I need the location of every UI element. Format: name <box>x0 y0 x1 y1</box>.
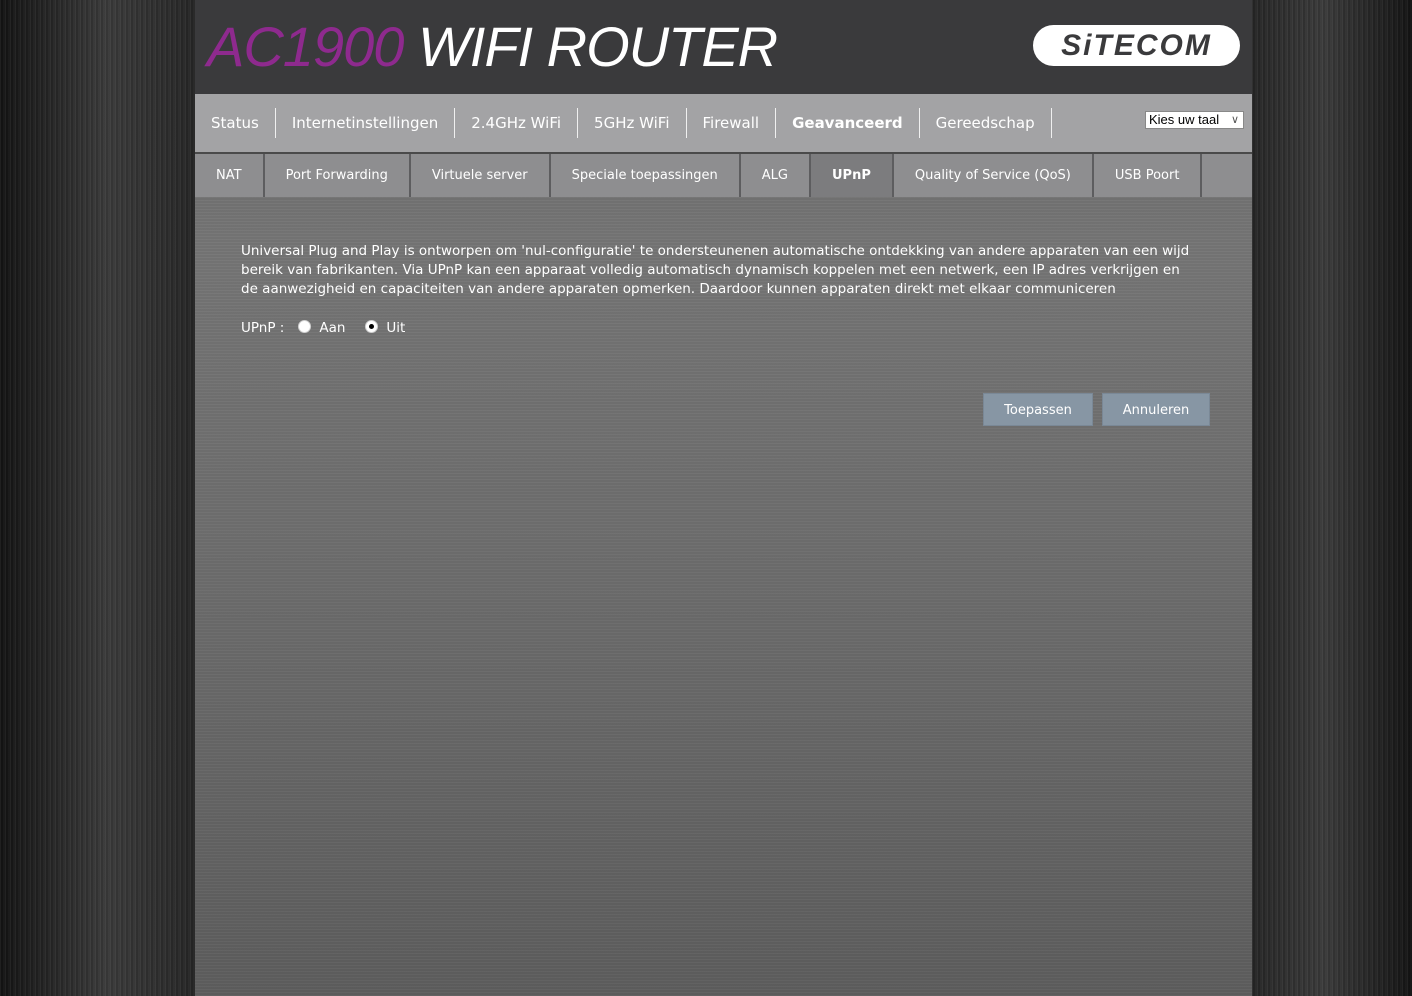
product-logo: AC1900 WIFI ROUTER <box>207 12 778 82</box>
language-select[interactable]: Kies uw taal ∨ <box>1145 111 1244 129</box>
upnp-label: UPnP : <box>241 320 285 336</box>
tab-speciale-toepassingen[interactable]: Speciale toepassingen <box>550 154 739 197</box>
upnp-setting-row: UPnP : Aan Uit <box>241 319 1191 338</box>
nav-item-wifi-5ghz[interactable]: 5GHz WiFi <box>578 108 687 138</box>
product-name: WIFI ROUTER <box>417 15 778 78</box>
chevron-down-icon: ∨ <box>1230 114 1239 126</box>
tab-upnp[interactable]: UPnP <box>811 154 892 197</box>
upnp-off-radio[interactable] <box>365 320 379 333</box>
upnp-off-label[interactable]: Uit <box>386 319 405 338</box>
nav-item-gereedschap[interactable]: Gereedschap <box>920 108 1052 138</box>
sub-navigation: NAT Port Forwarding Virtuele server Spec… <box>195 154 1252 197</box>
upnp-on-radio[interactable] <box>298 320 312 333</box>
tab-filler <box>1202 154 1252 197</box>
tab-nat[interactable]: NAT <box>195 154 263 197</box>
product-model: AC1900 <box>207 15 404 78</box>
upnp-description: Universal Plug and Play is ontworpen om … <box>241 243 1190 297</box>
tab-qos[interactable]: Quality of Service (QoS) <box>893 154 1092 197</box>
main-navigation: Status Internetinstellingen 2.4GHz WiFi … <box>195 94 1252 154</box>
nav-item-firewall[interactable]: Firewall <box>687 108 777 138</box>
brand-logo: SiTECOM <box>1033 25 1240 66</box>
brand-name: SiTECOM <box>1061 28 1212 62</box>
nav-item-status[interactable]: Status <box>195 108 276 138</box>
left-background-panel <box>0 0 195 996</box>
upnp-content: Universal Plug and Play is ontworpen om … <box>241 242 1191 338</box>
tab-alg[interactable]: ALG <box>740 154 809 197</box>
language-select-value: Kies uw taal <box>1149 112 1220 127</box>
header: AC1900 WIFI ROUTER SiTECOM <box>195 0 1252 94</box>
upnp-on-label[interactable]: Aan <box>319 319 345 338</box>
apply-button[interactable]: Toepassen <box>983 393 1093 426</box>
nav-item-geavanceerd[interactable]: Geavanceerd <box>776 108 920 138</box>
tab-port-forwarding[interactable]: Port Forwarding <box>264 154 409 197</box>
main-nav-list: Status Internetinstellingen 2.4GHz WiFi … <box>195 108 1052 138</box>
nav-item-internetinstellingen[interactable]: Internetinstellingen <box>276 108 456 138</box>
router-admin-page: AC1900 WIFI ROUTER SiTECOM Status Intern… <box>195 0 1252 996</box>
tab-usb-poort[interactable]: USB Poort <box>1093 154 1201 197</box>
tab-virtuele-server[interactable]: Virtuele server <box>410 154 549 197</box>
nav-item-wifi-24ghz[interactable]: 2.4GHz WiFi <box>455 108 579 138</box>
cancel-button[interactable]: Annuleren <box>1102 393 1210 426</box>
right-background-panel <box>1252 0 1412 996</box>
